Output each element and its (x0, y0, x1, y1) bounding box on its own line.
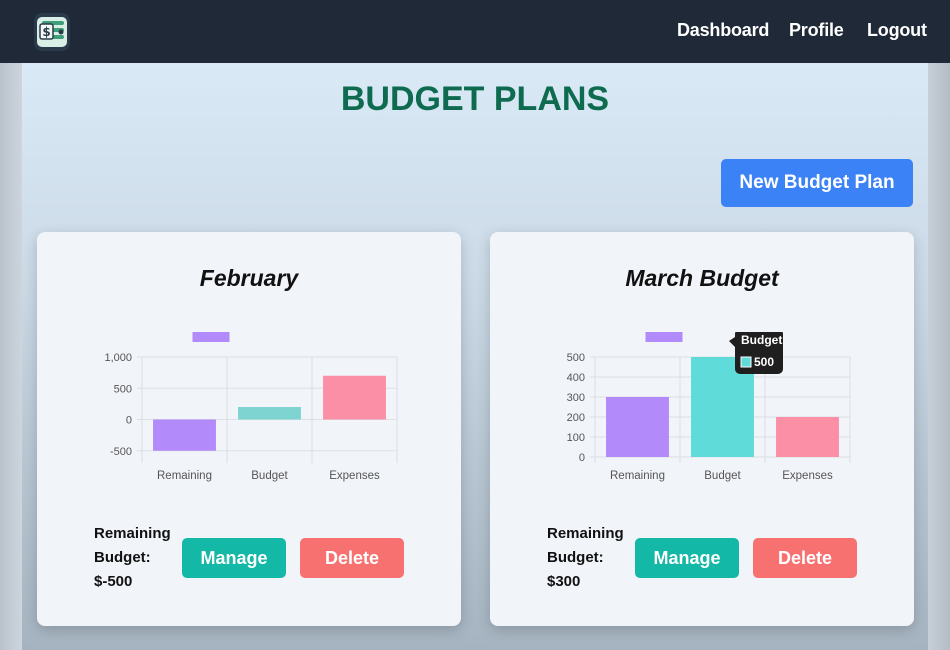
delete-button[interactable]: Delete (753, 538, 857, 578)
y-tick-label: 0 (126, 415, 132, 427)
delete-button[interactable]: Delete (300, 538, 404, 578)
remaining-budget-text: Remaining Budget: $-500 (94, 522, 178, 594)
tooltip-caret (729, 337, 735, 347)
budget-bar-chart[interactable]: 0 100 200 300 400 500 Remaining Budget Expenses B… (540, 332, 860, 492)
legend-swatch (645, 332, 683, 342)
bar-expenses (776, 417, 839, 457)
y-tick-label: 500 (567, 352, 585, 364)
y-tick-label: -500 (110, 446, 132, 458)
x-tick-label: Budget (704, 470, 741, 482)
y-tick-label: 100 (567, 432, 585, 444)
x-tick-label: Expenses (782, 470, 833, 482)
nav-dashboard-link[interactable]: Dashboard (677, 20, 769, 41)
manage-button[interactable]: Manage (182, 538, 286, 578)
x-tick-label: Remaining (610, 470, 665, 482)
x-tick-label: Budget (251, 470, 288, 482)
legend-swatch (192, 332, 230, 342)
remaining-value: $300 (547, 573, 581, 590)
tooltip-title: Budget (741, 333, 782, 347)
bar-budget (238, 407, 301, 420)
bar-expenses (323, 375, 386, 420)
remaining-label-line-2: Budget: (94, 549, 151, 566)
bar-remaining (153, 419, 216, 451)
y-tick-label: 1,000 (104, 352, 132, 364)
y-tick-label: 200 (567, 412, 585, 424)
nav-logout-link[interactable]: Logout (867, 20, 927, 41)
nav-profile-link[interactable]: Profile (789, 20, 844, 41)
remaining-label-line-1: Remaining (94, 525, 171, 542)
manage-button[interactable]: Manage (635, 538, 739, 578)
remaining-value: $-500 (94, 573, 133, 590)
bar-remaining (606, 397, 669, 457)
navbar: $ Dashboard Profile Logout (0, 0, 950, 63)
bar-budget (691, 357, 754, 457)
card-title: March Budget (625, 265, 779, 291)
card-title: February (199, 265, 299, 291)
remaining-label-line-1: Remaining (547, 525, 624, 542)
y-tick-label: 0 (579, 452, 585, 464)
y-tick-label: 400 (567, 372, 585, 384)
budget-card: February -500 0 500 1,000 Remaining Budget Exp… (37, 232, 461, 626)
y-tick-label: 300 (567, 392, 585, 404)
y-tick-label: 500 (114, 383, 132, 395)
remaining-label-line-2: Budget: (547, 549, 604, 566)
new-budget-plan-button[interactable]: New Budget Plan (721, 159, 913, 207)
budget-bar-chart[interactable]: -500 0 500 1,000 Remaining Budget Expenses (87, 332, 407, 492)
x-tick-label: Remaining (157, 470, 212, 482)
main-content: BUDGET PLANS New Budget Plan February -5… (22, 63, 928, 650)
x-tick-label: Expenses (329, 470, 380, 482)
budget-logo-icon[interactable]: $ (33, 12, 71, 52)
remaining-budget-text: Remaining Budget: $300 (547, 522, 631, 594)
budget-card: March Budget 0 100 200 300 400 500 Remaining Bu… (490, 232, 914, 626)
page-title: BUDGET PLANS (340, 80, 610, 118)
svg-text:$: $ (42, 25, 50, 39)
